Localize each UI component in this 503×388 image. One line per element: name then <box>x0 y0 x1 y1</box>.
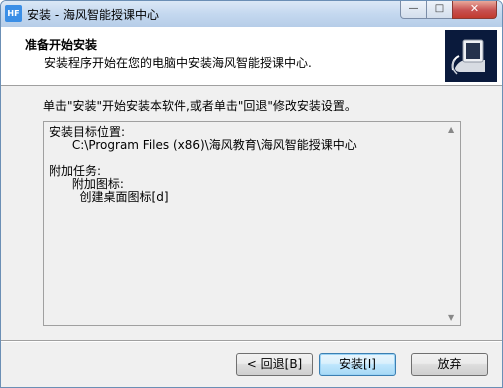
page-title: 准备开始安装 <box>25 38 98 52</box>
install-button[interactable]: 安装[I] <box>319 353 396 376</box>
app-icon: HF <box>5 5 22 22</box>
installer-window: HF 安装 - 海风智能授课中心 — □ ✕ 准备开始安装 安装程序开始在您的电… <box>0 0 503 388</box>
title-bar[interactable]: HF 安装 - 海风智能授课中心 — □ ✕ <box>1 1 502 27</box>
wizard-header: 准备开始安装 安装程序开始在您的电脑中安装海风智能授课中心. <box>1 27 502 86</box>
minimize-button[interactable]: — <box>400 1 427 19</box>
maximize-button[interactable]: □ <box>426 1 453 19</box>
footer-divider <box>1 340 502 342</box>
close-icon: ✕ <box>469 2 480 15</box>
scroll-down-arrow-icon[interactable]: ▼ <box>448 313 454 322</box>
installer-logo-icon <box>445 30 497 82</box>
window-title: 安装 - 海风智能授课中心 <box>27 8 159 22</box>
install-summary-memo[interactable]: 安装目标位置: C:\Program Files (x86)\海风教育\海风智能… <box>43 121 461 326</box>
summary-text: 安装目标位置: C:\Program Files (x86)\海风教育\海风智能… <box>49 126 357 204</box>
instruction-text: 单击"安装"开始安装本软件,或者单击"回退"修改安装设置。 <box>43 99 357 113</box>
scroll-up-arrow-icon[interactable]: ▲ <box>448 125 454 134</box>
summary-line: 创建桌面图标[d] <box>49 190 169 204</box>
vertical-scrollbar[interactable]: ▲ ▼ <box>445 122 460 325</box>
maximize-icon: □ <box>434 3 445 14</box>
cancel-button[interactable]: 放弃 <box>411 353 488 376</box>
close-button[interactable]: ✕ <box>452 1 497 19</box>
back-button[interactable]: < 回退[B] <box>236 353 313 376</box>
summary-line: C:\Program Files (x86)\海风教育\海风智能授课中心 <box>49 138 357 152</box>
page-subtitle: 安装程序开始在您的电脑中安装海风智能授课中心. <box>44 56 312 70</box>
minimize-icon: — <box>408 3 419 14</box>
